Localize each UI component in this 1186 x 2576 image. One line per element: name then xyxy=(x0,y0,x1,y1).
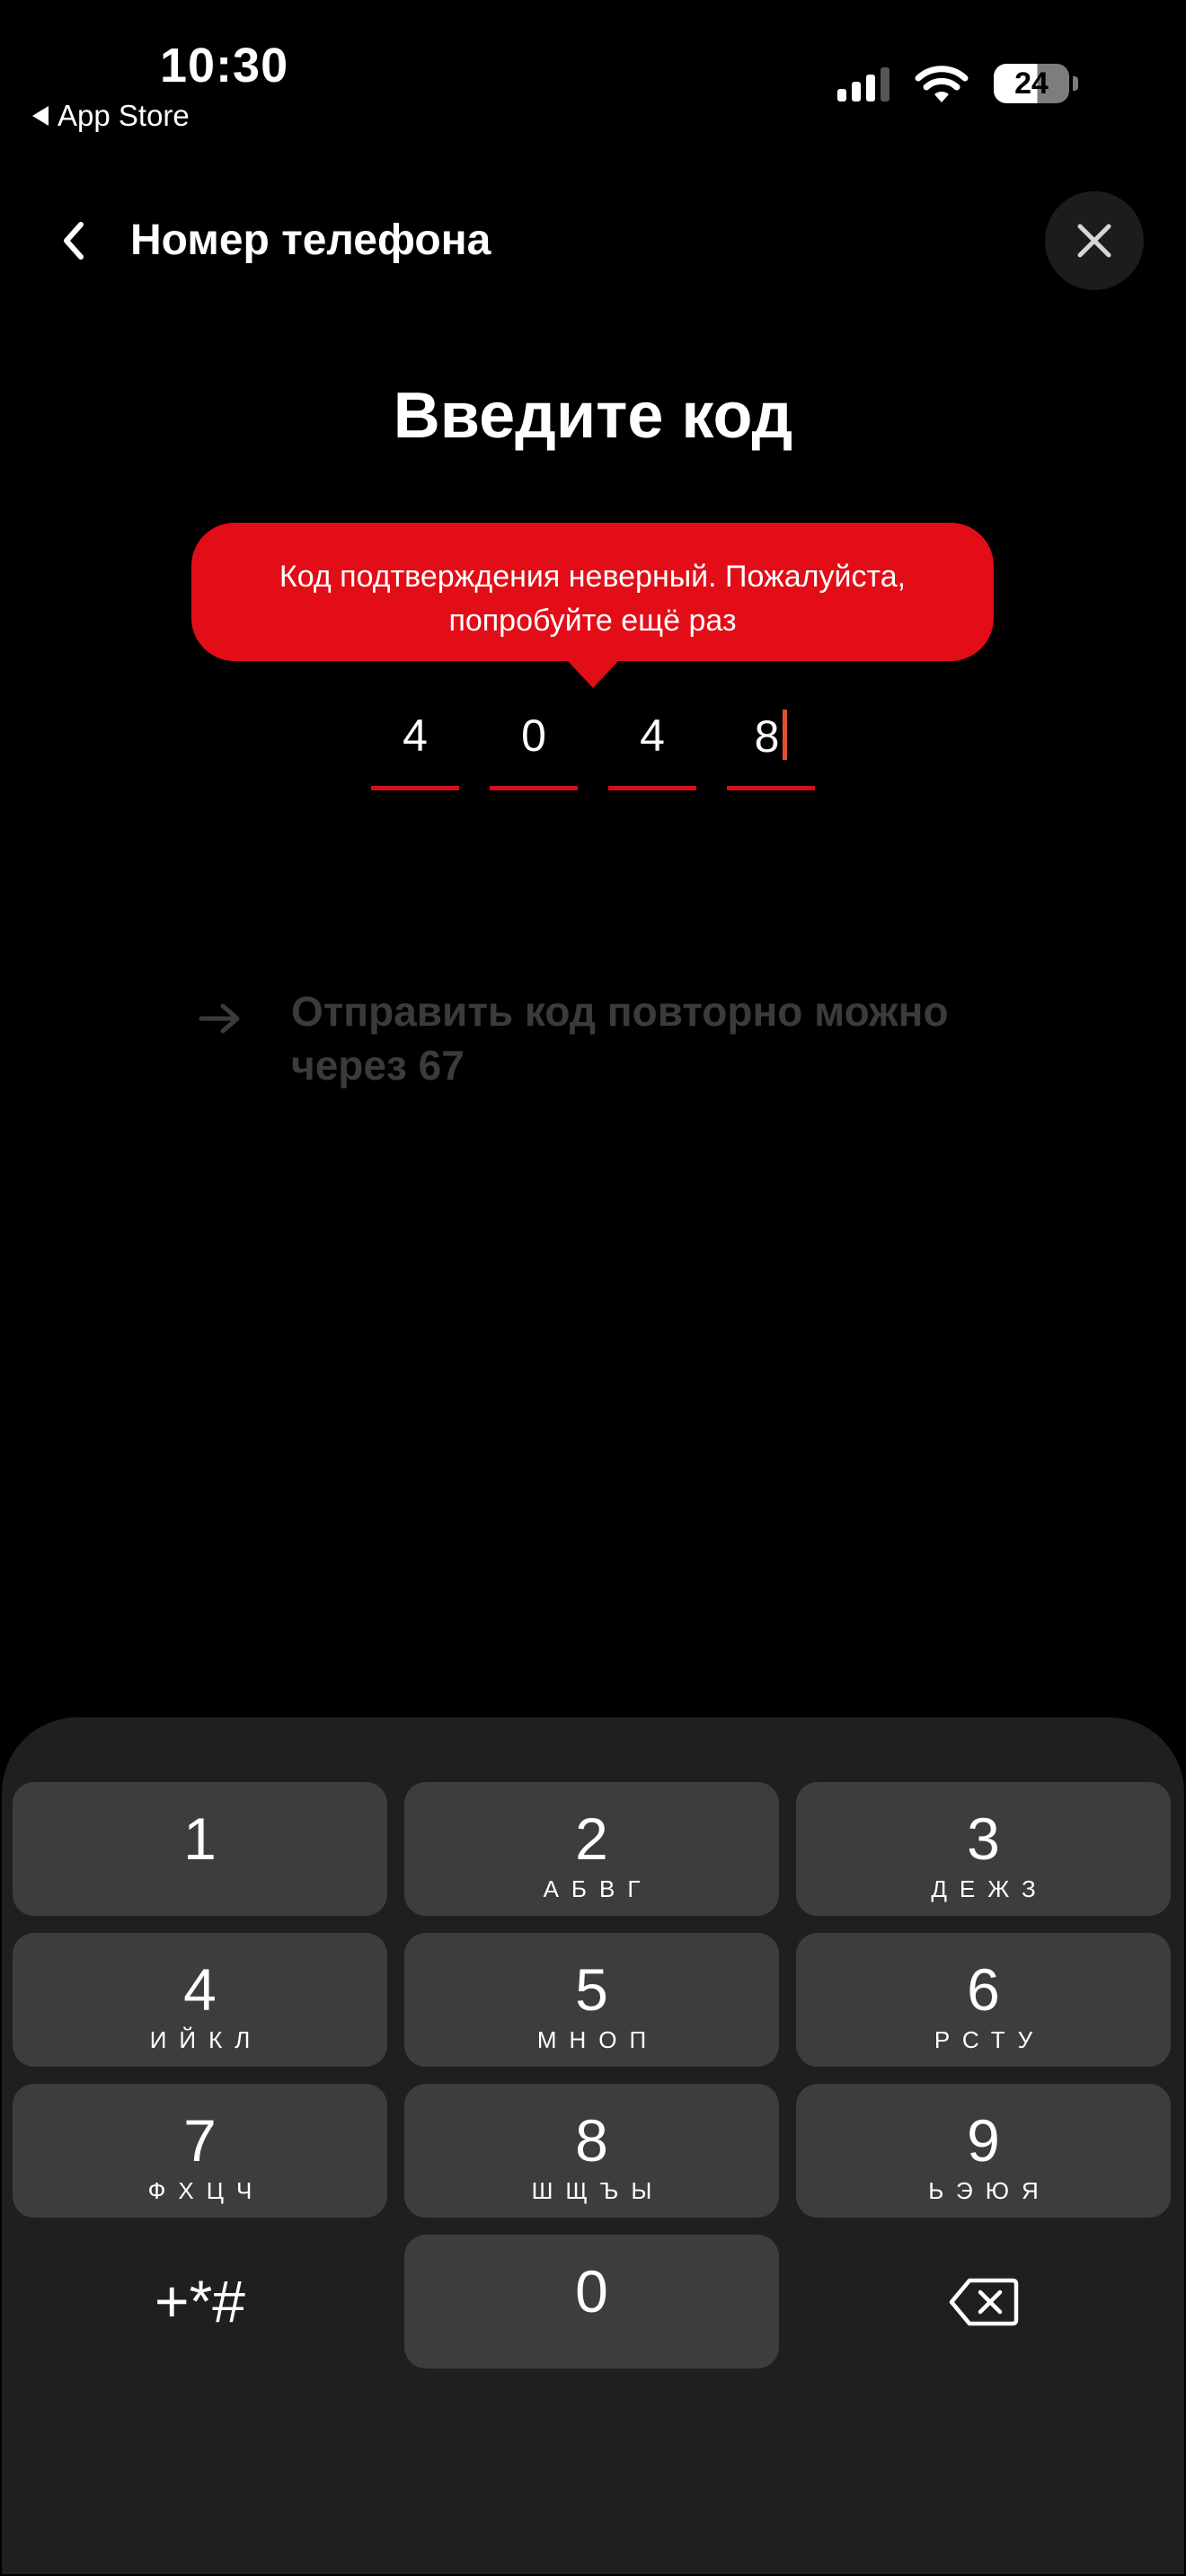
close-button[interactable] xyxy=(1045,191,1144,290)
key-0[interactable]: 0 xyxy=(404,2235,779,2369)
main-heading: Введите код xyxy=(393,380,793,452)
numeric-keypad: 1 2 АБВГ 3 ДЕЖЗ 4 ИЙКЛ 5 МНОП 6 РСТУ 7 Ф… xyxy=(2,1717,1184,2574)
error-message-line-2: попробуйте ещё раз xyxy=(448,604,737,638)
key-3[interactable]: 3 ДЕЖЗ xyxy=(796,1782,1171,1916)
error-message-line-1: Код подтверждения неверный. Пожалуйста, xyxy=(279,560,907,594)
key-5[interactable]: 5 МНОП xyxy=(404,1933,779,2067)
delete-button[interactable] xyxy=(796,2235,1171,2369)
resend-text-line-2: через 67 xyxy=(291,1042,465,1089)
key-symbols[interactable]: +*# xyxy=(13,2235,387,2369)
key-6[interactable]: 6 РСТУ xyxy=(796,1933,1171,2067)
code-digit-2[interactable]: 0 xyxy=(490,710,578,790)
status-indicators: 24 xyxy=(837,63,1078,104)
error-tooltip: Код подтверждения неверный. Пожалуйста, … xyxy=(191,523,994,661)
chevron-left-icon xyxy=(64,222,84,260)
back-to-app-label: App Store xyxy=(58,99,190,132)
page-title: Номер телефона xyxy=(130,216,491,264)
key-4[interactable]: 4 ИЙКЛ xyxy=(13,1933,387,2067)
battery-level: 24 xyxy=(994,64,1069,103)
arrow-right-icon xyxy=(199,1003,240,1034)
code-digit-3[interactable]: 4 xyxy=(608,710,696,790)
resend-text: Отправить код повторно можно через 67 xyxy=(291,984,1046,1092)
close-icon xyxy=(1077,224,1111,258)
wifi-icon xyxy=(915,66,969,102)
key-9[interactable]: 9 ЬЭЮЯ xyxy=(796,2084,1171,2218)
key-2[interactable]: 2 АБВГ xyxy=(404,1782,779,1916)
back-button[interactable] xyxy=(54,214,93,268)
back-to-app-store[interactable]: App Store xyxy=(32,99,190,133)
cellular-signal-icon xyxy=(837,66,890,101)
code-digit-4[interactable]: 8 xyxy=(727,710,815,790)
code-digit-1[interactable]: 4 xyxy=(371,710,459,790)
key-8[interactable]: 8 ШЩЪЫ xyxy=(404,2084,779,2218)
back-triangle-icon xyxy=(32,106,49,126)
backspace-icon xyxy=(949,2278,1018,2325)
text-caret xyxy=(783,710,788,760)
battery-icon: 24 xyxy=(994,64,1078,103)
key-1[interactable]: 1 xyxy=(13,1782,387,1916)
resend-code-button[interactable]: Отправить код повторно можно через 67 xyxy=(198,984,1046,1092)
status-time: 10:30 xyxy=(160,39,289,93)
key-7[interactable]: 7 ФХЦЧ xyxy=(13,2084,387,2218)
resend-text-line-1: Отправить код повторно можно xyxy=(291,988,949,1035)
